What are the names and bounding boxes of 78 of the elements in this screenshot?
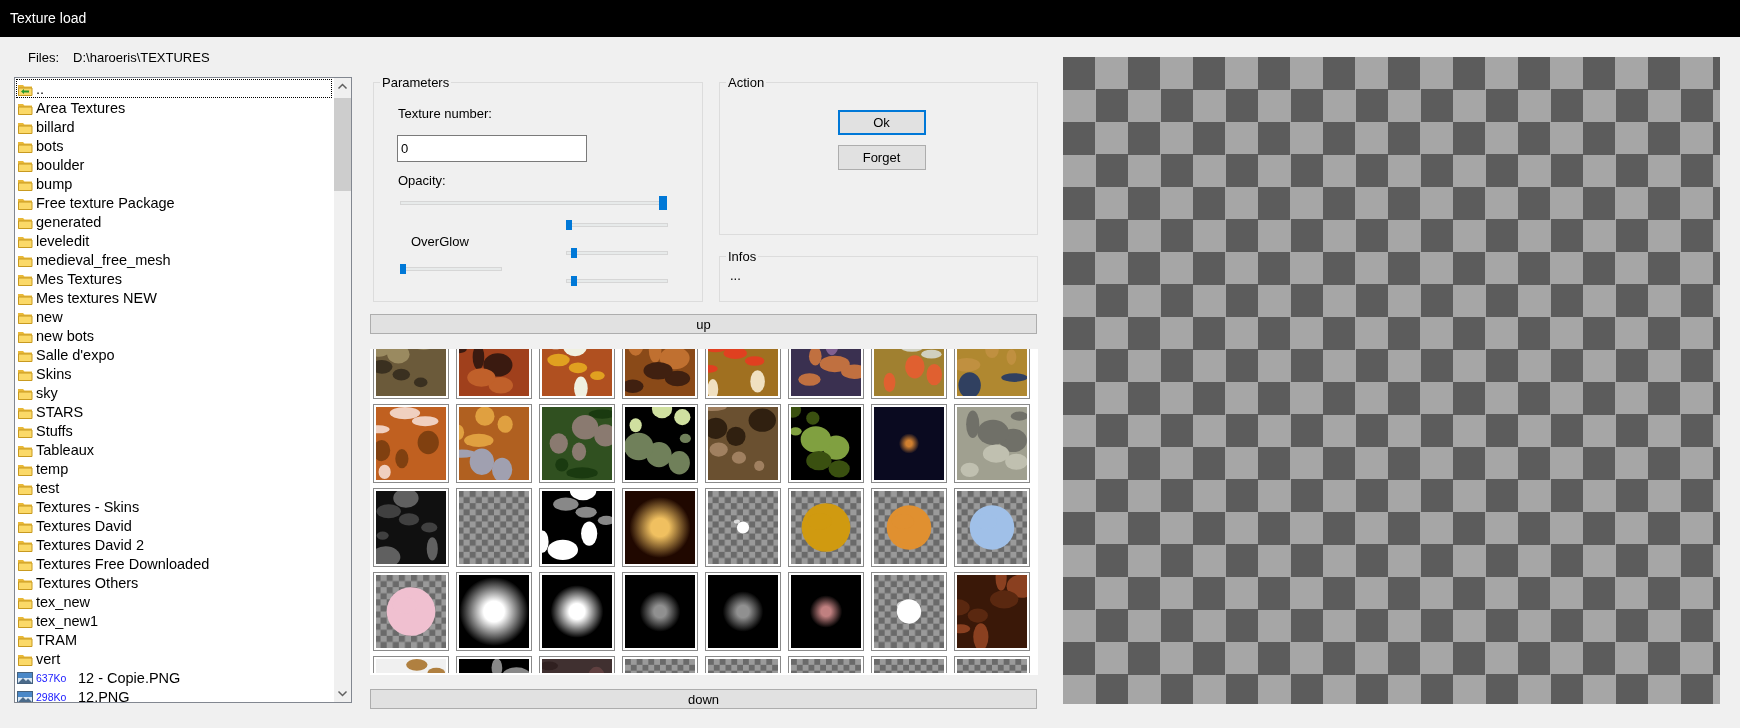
texture-number-field[interactable]: 0	[397, 135, 587, 162]
slider[interactable]	[566, 218, 668, 232]
list-item[interactable]: Mes Textures	[16, 269, 332, 288]
info-text: ...	[730, 268, 742, 283]
list-item[interactable]: Skins	[16, 364, 332, 383]
list-item[interactable]: tex_new	[16, 592, 332, 611]
folder-path: D:\haroeris\TEXTURES	[73, 49, 210, 65]
list-item[interactable]: bots	[16, 136, 332, 155]
list-item[interactable]: new	[16, 307, 332, 326]
list-item[interactable]: Area Textures	[16, 98, 332, 117]
thumbnail[interactable]	[539, 656, 615, 673]
slider[interactable]	[566, 274, 668, 288]
list-item[interactable]: Textures David 2	[16, 535, 332, 554]
thumbnail[interactable]	[788, 349, 864, 399]
thumbnail[interactable]	[954, 349, 1030, 399]
action-button[interactable]: Forget	[837, 145, 926, 170]
thumbnail[interactable]	[539, 349, 615, 399]
list-item[interactable]: new bots	[16, 326, 332, 345]
thumbnail[interactable]	[871, 349, 947, 399]
image-file-icon	[17, 670, 33, 685]
slider[interactable]	[400, 262, 502, 276]
list-item[interactable]: vert	[16, 649, 332, 668]
list-item[interactable]: medieval_free_mesh	[16, 250, 332, 269]
thumbnail[interactable]	[954, 656, 1030, 673]
list-item[interactable]: 298Ko 12.PNG	[16, 687, 332, 702]
thumbnail[interactable]	[705, 349, 781, 399]
thumbnail[interactable]	[705, 656, 781, 673]
list-item[interactable]: STARS	[16, 402, 332, 421]
scroll-down-button[interactable]: down	[370, 689, 1037, 709]
field-label: OverGlow	[411, 234, 470, 249]
thumbnail[interactable]	[871, 656, 947, 673]
list-item[interactable]: tex_new1	[16, 611, 332, 630]
list-item[interactable]: bump	[16, 174, 332, 193]
list-item[interactable]: ..	[16, 79, 332, 98]
list-item[interactable]: TRAM	[16, 630, 332, 649]
thumbnail[interactable]	[788, 656, 864, 673]
list-item[interactable]: test	[16, 478, 332, 497]
slider-thumb[interactable]	[400, 264, 406, 274]
thumbnail[interactable]	[456, 656, 532, 673]
slider-thumb[interactable]	[570, 248, 577, 258]
image-file-icon	[17, 689, 33, 702]
window-title: Texture load	[0, 0, 1740, 37]
scroll-up-button[interactable]: up	[370, 314, 1037, 334]
list-item[interactable]: Stuffs	[16, 421, 332, 440]
list-item[interactable]: leveledit	[16, 231, 332, 250]
list-item[interactable]: billard	[16, 117, 332, 136]
thumbnail[interactable]	[373, 349, 449, 399]
list-item[interactable]: Textures Others	[16, 573, 332, 592]
list-item[interactable]: Mes textures NEW	[16, 288, 332, 307]
group-title: Action	[727, 75, 766, 90]
list-item[interactable]: Textures David	[16, 516, 332, 535]
slider-thumb[interactable]	[570, 276, 577, 286]
scroll-thumb[interactable]	[334, 98, 351, 191]
slider[interactable]	[400, 196, 667, 210]
slider-thumb[interactable]	[659, 196, 667, 210]
thumbnail[interactable]	[622, 349, 698, 399]
group-title: Parameters	[381, 75, 451, 90]
list-item[interactable]: sky	[16, 383, 332, 402]
thumbnail[interactable]	[456, 349, 532, 399]
scrollbar[interactable]	[334, 78, 351, 702]
list-item[interactable]: Textures - Skins	[16, 497, 332, 516]
action-button[interactable]: Ok	[837, 110, 926, 135]
list-item[interactable]: Textures Free Downloaded	[16, 554, 332, 573]
list-item[interactable]: Free texture Package	[16, 193, 332, 212]
list-item[interactable]: 637Ko 12 - Copie.PNG	[16, 668, 332, 687]
field-label: Texture number:	[398, 106, 493, 121]
list-item[interactable]: Tableaux	[16, 440, 332, 459]
list-item[interactable]: Salle d'expo	[16, 345, 332, 364]
field-label: Opacity:	[398, 173, 447, 188]
list-item[interactable]: generated	[16, 212, 332, 231]
list-item[interactable]: boulder	[16, 155, 332, 174]
group-title: Infos	[727, 249, 758, 264]
list-item[interactable]: temp	[16, 459, 332, 478]
slider-thumb[interactable]	[566, 220, 572, 230]
slider[interactable]	[566, 246, 668, 260]
thumbnail[interactable]	[622, 656, 698, 673]
files-label: Files:	[28, 49, 60, 65]
thumbnail[interactable]	[373, 656, 449, 673]
